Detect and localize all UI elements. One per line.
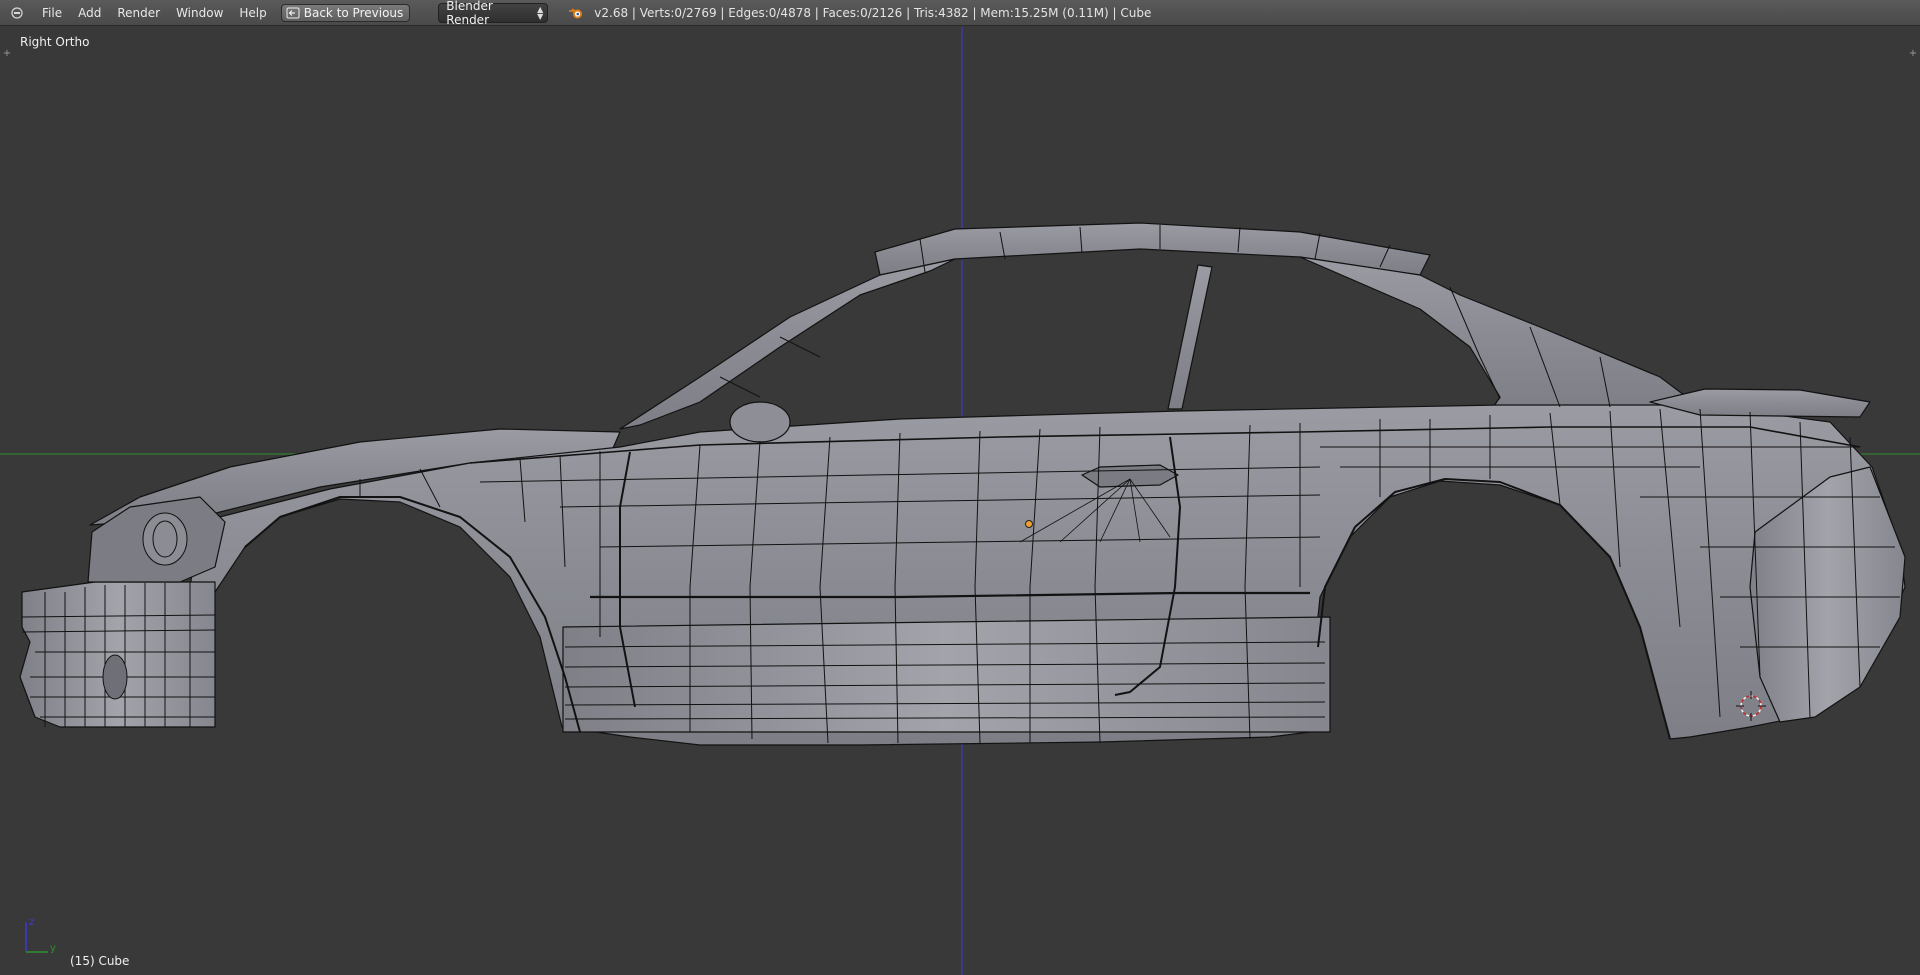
- menu-render[interactable]: Render: [109, 0, 168, 26]
- view-name-label: Right Ortho: [20, 35, 90, 49]
- editor-type-selector[interactable]: [6, 4, 28, 22]
- menu-window[interactable]: Window: [168, 0, 231, 26]
- info-editor-icon: [11, 6, 23, 19]
- region-expand-right-icon[interactable]: +: [1908, 49, 1918, 59]
- gizmo-y-label: y: [50, 943, 56, 954]
- info-header: File Add Render Window Help Back to Prev…: [0, 0, 1920, 27]
- region-expand-left-icon[interactable]: +: [2, 49, 12, 59]
- menu-file[interactable]: File: [34, 0, 70, 26]
- back-arrow-icon: [286, 7, 300, 18]
- c-pillar: [1299, 256, 1701, 413]
- side-mirror: [729, 401, 791, 443]
- front-bumper: [19, 581, 216, 728]
- menu-help[interactable]: Help: [231, 0, 274, 26]
- scene-statistics: v2.68 | Verts:0/2769 | Edges:0/4878 | Fa…: [594, 5, 1152, 20]
- menu-add[interactable]: Add: [70, 0, 109, 26]
- back-to-previous-label: Back to Previous: [303, 5, 404, 20]
- render-engine-select[interactable]: Blender Render ▲ ▼: [438, 0, 549, 27]
- object-origin-point[interactable]: [1025, 520, 1033, 528]
- dropdown-arrows-icon: ▲ ▼: [537, 4, 544, 21]
- axis-gizmo: z y: [20, 912, 65, 957]
- rocker-panel: [562, 616, 1331, 733]
- b-pillar: [1167, 264, 1213, 410]
- back-to-previous-button[interactable]: Back to Previous: [280, 3, 411, 22]
- viewport-scene[interactable]: [0, 27, 1920, 975]
- active-object-label: (15) Cube: [70, 954, 130, 968]
- 3d-viewport[interactable]: + + Right Ortho z y (15) Cube: [0, 27, 1920, 975]
- blender-logo-icon: [568, 4, 586, 22]
- a-pillar: [619, 258, 956, 430]
- render-engine-value: Blender Render: [446, 0, 493, 27]
- gizmo-z-label: z: [29, 917, 34, 928]
